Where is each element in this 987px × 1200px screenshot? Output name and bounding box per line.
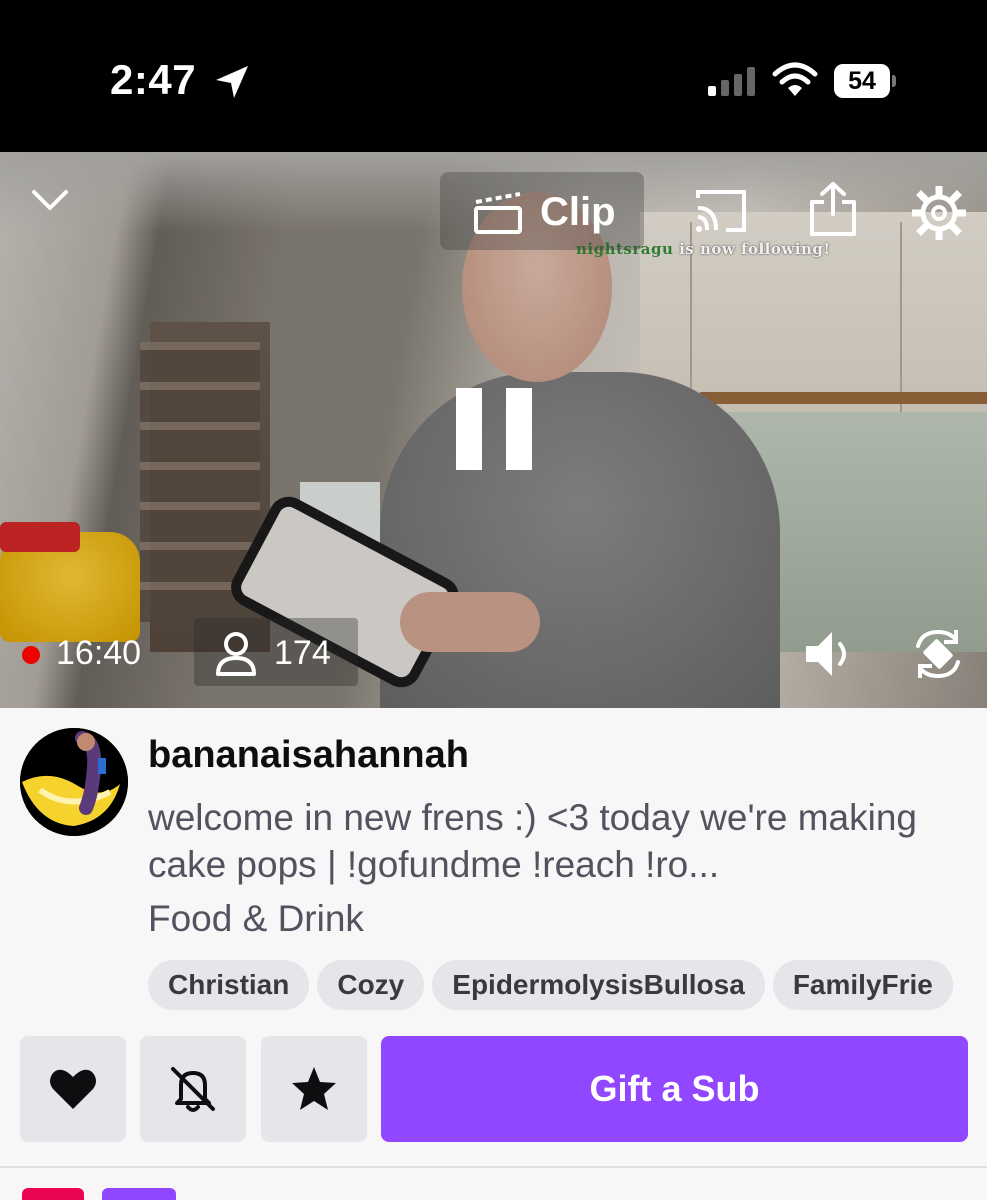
battery-indicator: 54 [834,64,896,98]
status-bar: 2:47 54 [0,0,987,152]
tag-chip[interactable]: EpidermolysisBullosa [432,960,765,1010]
banana-avatar-image [20,728,128,836]
wifi-icon [772,62,818,96]
share-icon[interactable] [806,180,860,238]
partial-badge [22,1188,84,1200]
cast-icon[interactable] [692,186,750,236]
tag-chip[interactable]: FamilyFrie [772,960,953,1010]
tag-list: Christian Cozy EpidermolysisBullosa FamilyF… [148,960,968,1012]
star-icon [292,1067,336,1110]
stream-title: welcome in new frens :) <3 today we're m… [148,797,917,885]
location-arrow-icon [216,66,248,98]
volume-icon[interactable] [802,628,860,680]
pause-bar [506,388,532,470]
pause-bar [456,388,482,470]
partial-badge [102,1188,176,1200]
live-indicator-dot [22,646,40,664]
follow-alert-text: is now following! [673,240,831,258]
battery-nub [892,75,896,87]
clip-label: Clip [540,190,616,234]
channel-name[interactable]: bananaisahannah [148,734,469,777]
cellular-signal-icon [708,67,755,96]
stream-uptime: 16:40 [56,634,142,672]
status-time: 2:47 [110,56,197,103]
battery-level: 54 [834,64,890,98]
tag-chip[interactable]: Christian [148,960,310,1010]
stream-category[interactable]: Food & Drink [148,898,364,940]
user-icon [216,632,256,676]
section-divider [0,1166,987,1168]
notifications-button[interactable] [140,1036,246,1142]
gear-icon[interactable] [912,186,966,240]
clapperboard-icon [474,192,522,234]
gift-sub-button[interactable]: Gift a Sub [381,1036,968,1142]
tag-chip[interactable]: Cozy [317,960,425,1010]
follow-button[interactable] [20,1036,126,1142]
bell-off-icon [171,1067,215,1112]
heart-icon [50,1069,96,1109]
favorite-button[interactable] [261,1036,367,1142]
video-player[interactable]: nightsragu is now following! Clip 16:40 [0,152,987,708]
rotate-icon[interactable] [912,626,964,682]
channel-avatar[interactable] [20,728,128,836]
chevron-down-icon[interactable] [28,184,72,218]
clip-button[interactable]: Clip [440,172,644,250]
viewer-count: 174 [274,634,331,672]
pause-icon[interactable] [456,388,532,470]
